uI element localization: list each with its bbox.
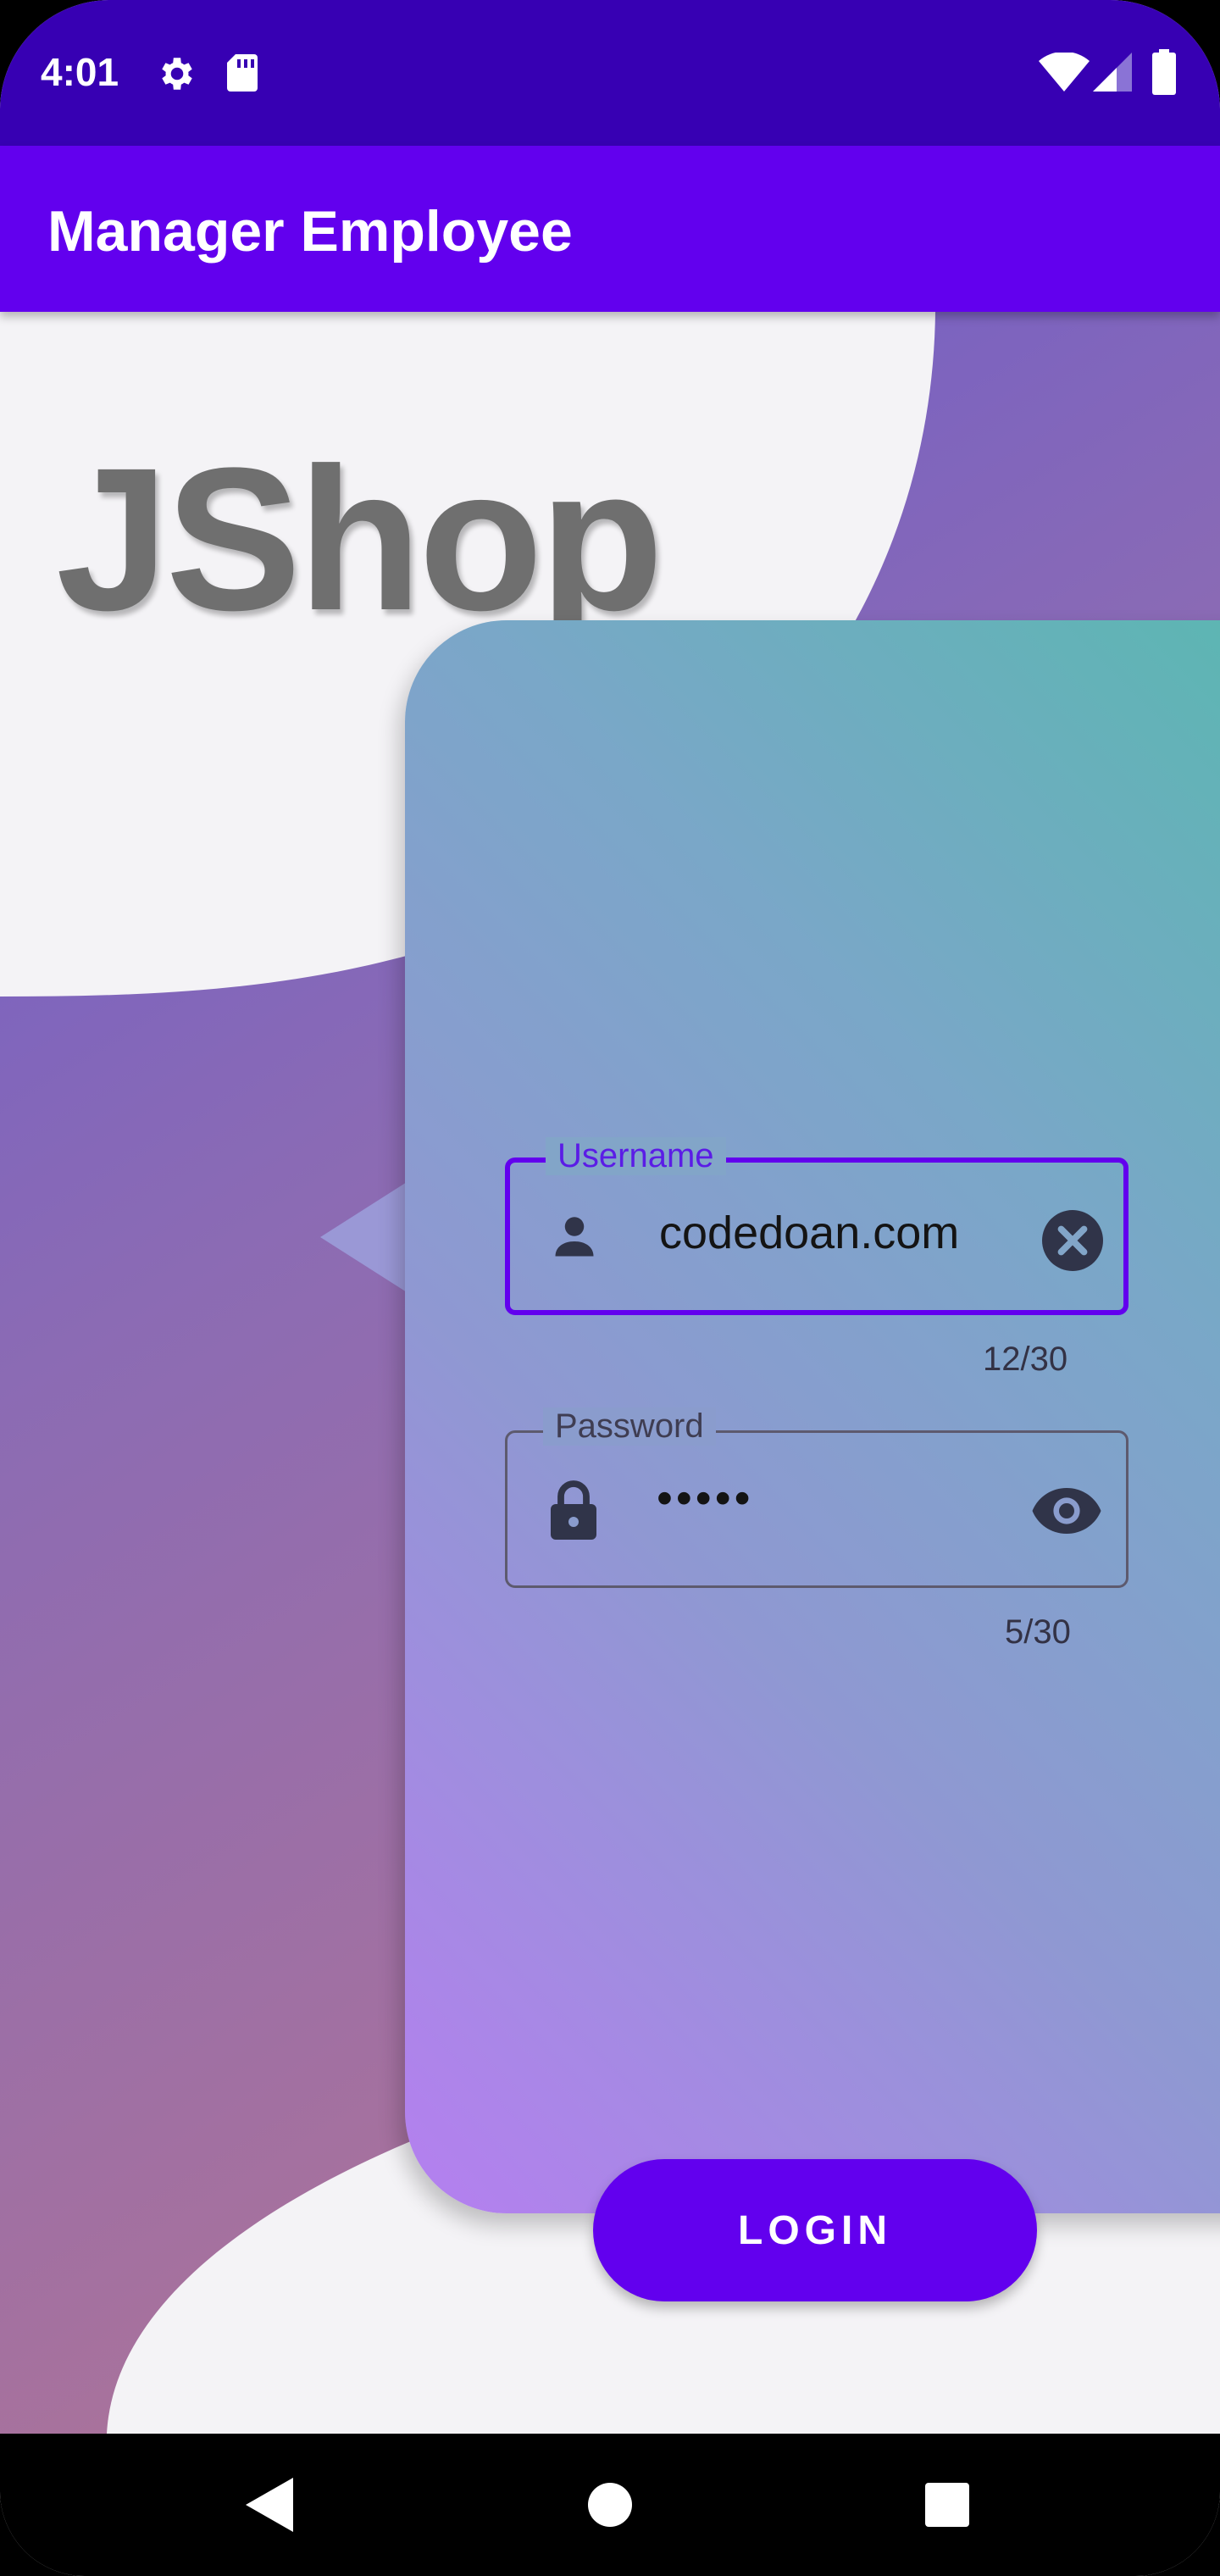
wifi-icon	[1039, 53, 1090, 92]
username-counter: 12/30	[983, 1341, 1068, 1378]
login-button[interactable]: LOGIN	[593, 2159, 1037, 2301]
sd-card-icon	[227, 54, 258, 92]
password-input[interactable]: •••••	[657, 1472, 754, 1524]
password-field[interactable]: Password •••••	[505, 1407, 1128, 1588]
login-screen: JShop Username codedoan.com 12/30 Passwo…	[0, 312, 1220, 2434]
username-field[interactable]: Username codedoan.com	[505, 1137, 1128, 1315]
password-counter: 5/30	[1005, 1613, 1071, 1651]
signal-icon	[1093, 53, 1132, 92]
password-label: Password	[543, 1407, 716, 1446]
status-time: 4:01	[41, 50, 119, 94]
person-icon	[555, 1217, 594, 1257]
username-label: Username	[546, 1137, 726, 1175]
card-pointer	[320, 1178, 413, 1296]
navigation-bar	[0, 2434, 1220, 2576]
recents-icon[interactable]	[925, 2483, 969, 2527]
settings-icon	[162, 58, 192, 90]
login-card	[405, 620, 1220, 2213]
battery-icon	[1152, 49, 1176, 95]
username-input[interactable]: codedoan.com	[659, 1207, 998, 1259]
status-bar: 4:01	[0, 0, 1220, 146]
home-icon[interactable]	[588, 2483, 632, 2527]
clear-icon[interactable]	[1042, 1210, 1103, 1271]
phone-screen: 4:01 Manager Employee JShop Username cod…	[0, 0, 1220, 2576]
back-icon[interactable]	[246, 2478, 293, 2532]
app-bar: Manager Employee	[0, 146, 1220, 312]
lock-icon	[551, 1480, 596, 1540]
eye-icon[interactable]	[1031, 1485, 1102, 1536]
app-bar-title: Manager Employee	[47, 199, 573, 264]
